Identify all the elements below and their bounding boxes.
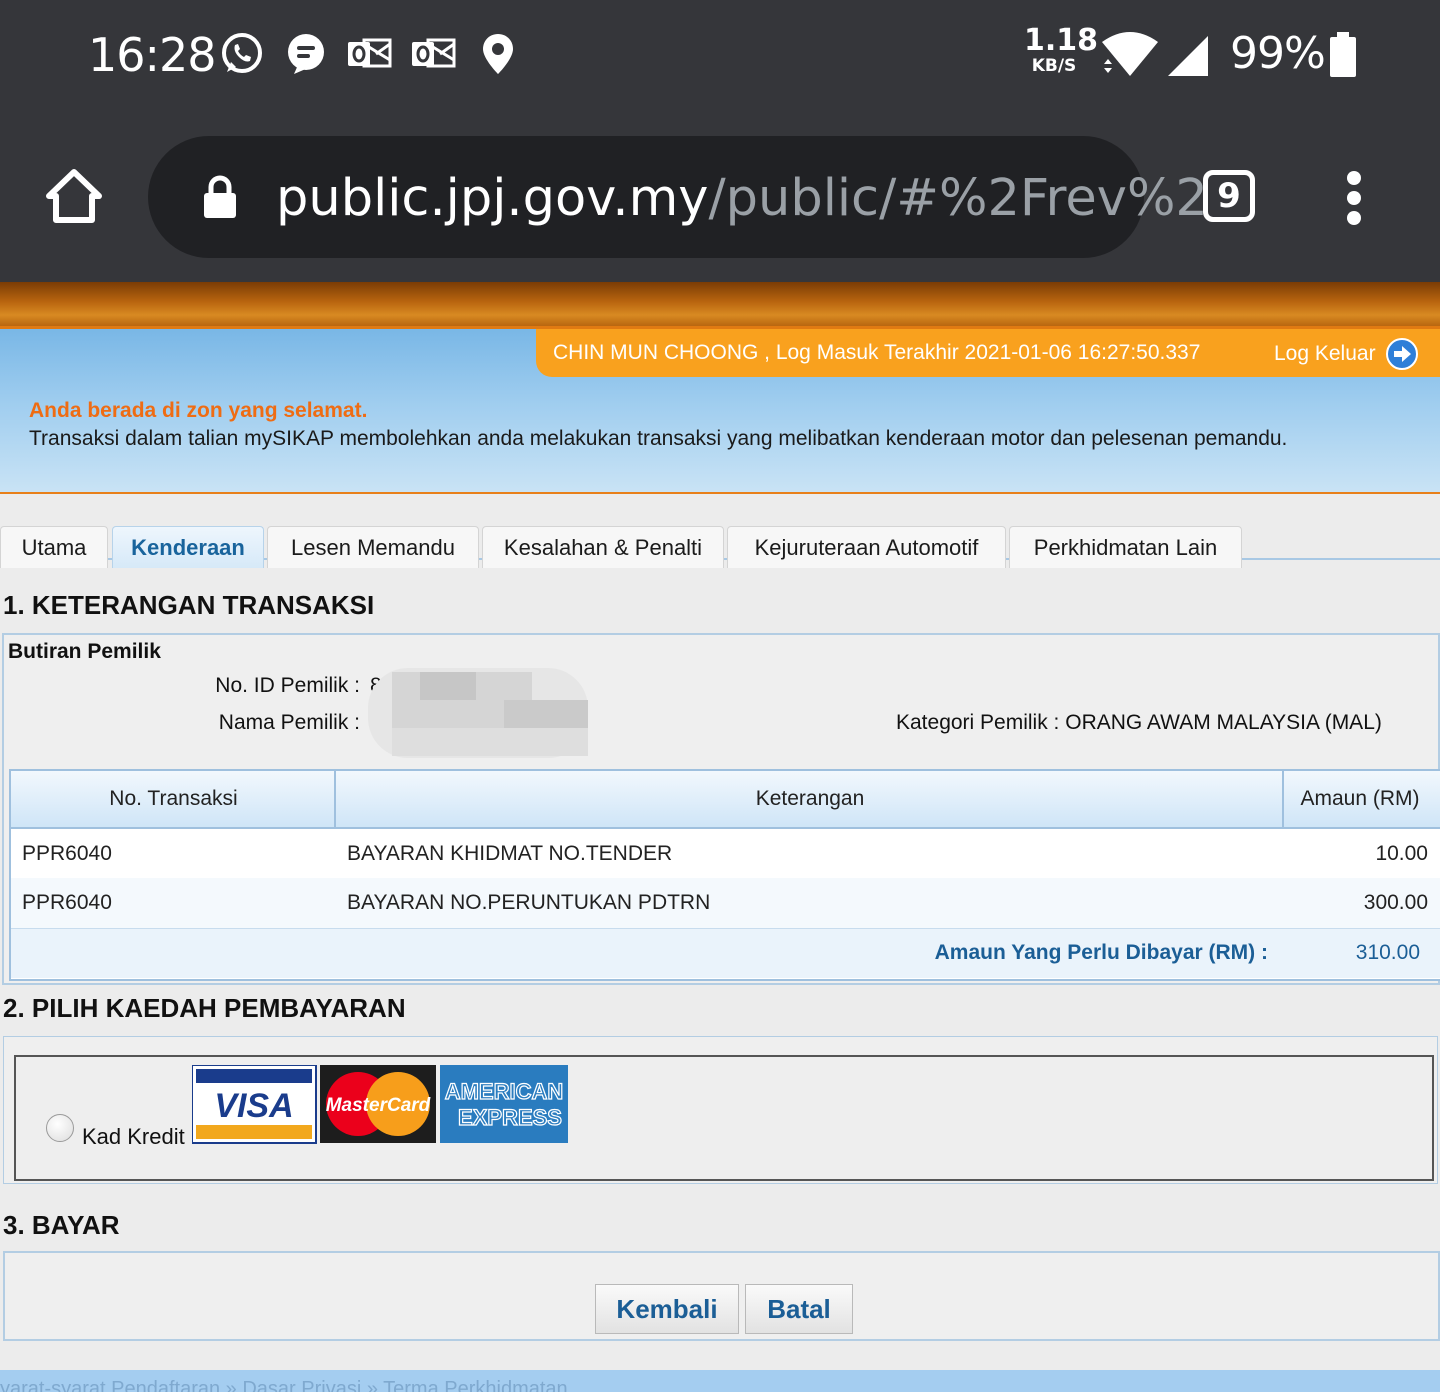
user-bar: CHIN MUN CHOONG , Log Masuk Terakhir 202… [536, 329, 1440, 377]
mastercard-logo: MasterCard [320, 1065, 436, 1143]
card-logos: VISA MasterCard AMERICAN EXPRESS [191, 1064, 572, 1145]
logout-button[interactable]: Log Keluar [1274, 337, 1418, 371]
owner-category-value: ORANG AWAM MALAYSIA (MAL) [1065, 711, 1382, 734]
tab-perkhidmatan-lain[interactable]: Perkhidmatan Lain [1009, 526, 1242, 568]
outlook-icon [348, 38, 392, 68]
visa-text: VISA [214, 1087, 293, 1125]
cell-transaction-no: PPR6040 [22, 842, 112, 865]
battery-icon [1330, 32, 1356, 77]
tab-switcher-button[interactable]: 9 [1203, 170, 1255, 222]
overflow-menu-icon[interactable] [1338, 168, 1370, 228]
cell-amount: 300.00 [1363, 891, 1428, 914]
visa-logo: VISA [191, 1064, 317, 1144]
payment-option-box: Kad Kredit VISA MasterCard AMERICAN EXPR… [14, 1055, 1434, 1181]
network-speed: 1.18 KB/S [1024, 23, 1099, 76]
tab-lesen-memandu[interactable]: Lesen Memandu [267, 526, 479, 568]
total-row: Amaun Yang Perlu Dibayar (RM) : 310.00 [11, 928, 1440, 978]
location-pin-icon [483, 34, 513, 74]
amex-text-line2: EXPRESS [458, 1105, 562, 1130]
tab-kejuruteraan-automotif[interactable]: Kejuruteraan Automotif [727, 526, 1006, 568]
footer-links[interactable]: yarat-syarat Pendaftaran » Dasar Privasi… [0, 1378, 568, 1392]
column-header-no: No. Transaksi [109, 787, 238, 810]
tab-kenderaan[interactable]: Kenderaan [112, 526, 264, 568]
table-row: PPR6040 BAYARAN KHIDMAT NO.TENDER 10.00 [11, 829, 1440, 879]
section-pay-title: 3. BAYAR [3, 1210, 120, 1240]
chat-icon [288, 34, 324, 74]
table-header: No. Transaksi Keterangan Amaun (RM) [11, 771, 1440, 829]
amex-logo: AMERICAN EXPRESS [440, 1065, 568, 1143]
service-description: Transaksi dalam talian mySIKAP membolehk… [29, 427, 1288, 450]
outlook-icon [412, 38, 456, 68]
browser-toolbar: public.jpj.gov.my/public/#%2Frev%2 9 [0, 110, 1440, 282]
cell-signal-icon [1168, 36, 1208, 76]
logout-label: Log Keluar [1274, 342, 1376, 365]
back-button[interactable]: Kembali [595, 1284, 739, 1334]
user-login-info: CHIN MUN CHOONG , Log Masuk Terakhir 202… [553, 341, 1201, 364]
cell-transaction-no: PPR6040 [22, 891, 112, 914]
network-speed-unit: KB/S [1031, 56, 1077, 76]
battery-percent: 99% [1230, 28, 1326, 79]
network-speed-value: 1.18 [1024, 23, 1099, 58]
credit-card-radio[interactable] [46, 1114, 74, 1142]
cell-description: BAYARAN KHIDMAT NO.TENDER [347, 842, 673, 865]
url-path: /public/#%2Frev%2 [708, 169, 1208, 228]
home-icon[interactable] [44, 166, 104, 226]
owner-name-label: Nama Pemilik : [218, 711, 360, 734]
tab-kesalahan-penalti[interactable]: Kesalahan & Penalti [482, 526, 724, 568]
mastercard-text: MasterCard [326, 1095, 431, 1116]
cell-description: BAYARAN NO.PERUNTUKAN PDTRN [347, 891, 711, 914]
table-row: PPR6040 BAYARAN NO.PERUNTUKAN PDTRN 300.… [11, 878, 1440, 928]
owner-category-label: Kategori Pemilik : [896, 711, 1060, 734]
tab-utama[interactable]: Utama [0, 526, 108, 568]
status-time: 16:28 [88, 28, 217, 82]
transaction-table: No. Transaksi Keterangan Amaun (RM) PPR6… [9, 769, 1440, 981]
footer: yarat-syarat Pendaftaran » Dasar Privasi… [0, 1370, 1440, 1392]
url-host: public.jpj.gov.my [276, 169, 709, 228]
lock-icon [204, 175, 236, 218]
site-banner [0, 282, 1440, 329]
owner-details-title: Butiran Pemilik [8, 640, 161, 663]
amex-text-line1: AMERICAN [445, 1079, 564, 1104]
address-bar[interactable]: public.jpj.gov.my/public/#%2Frev%2 [148, 136, 1208, 258]
payment-method-panel: Kad Kredit VISA MasterCard AMERICAN EXPR… [3, 1036, 1438, 1184]
cancel-button[interactable]: Batal [745, 1284, 853, 1334]
total-label: Amaun Yang Perlu Dibayar (RM) : [934, 941, 1268, 964]
wifi-icon [1102, 32, 1158, 76]
url-text: public.jpj.gov.my/public/#%2Frev%2 [276, 169, 1208, 228]
status-bar: 16:28 1.18 KB/S 99% [0, 0, 1440, 110]
safe-zone-notice: Anda berada di zon yang selamat. [29, 399, 368, 422]
total-value: 310.00 [1355, 941, 1420, 964]
section-payment-method-title: 2. PILIH KAEDAH PEMBAYARAN [3, 993, 406, 1023]
whatsapp-icon [222, 33, 262, 73]
owner-id-label: No. ID Pemilik : [215, 674, 360, 697]
column-header-desc: Keterangan [755, 787, 865, 810]
pay-panel: Kembali Batal [3, 1251, 1440, 1341]
cell-amount: 10.00 [1375, 842, 1428, 865]
owner-category: Kategori Pemilik : ORANG AWAM MALAYSIA (… [896, 711, 1382, 735]
arrow-right-icon [1385, 338, 1418, 370]
section-transaction-title: 1. KETERANGAN TRANSAKSI [3, 590, 375, 620]
main-tabs: Utama Kenderaan Lesen Memandu Kesalahan … [0, 526, 1440, 570]
credit-card-label[interactable]: Kad Kredit [82, 1124, 185, 1150]
column-header-amount: Amaun (RM) [1300, 787, 1420, 810]
info-panel: CHIN MUN CHOONG , Log Masuk Terakhir 202… [0, 329, 1440, 494]
